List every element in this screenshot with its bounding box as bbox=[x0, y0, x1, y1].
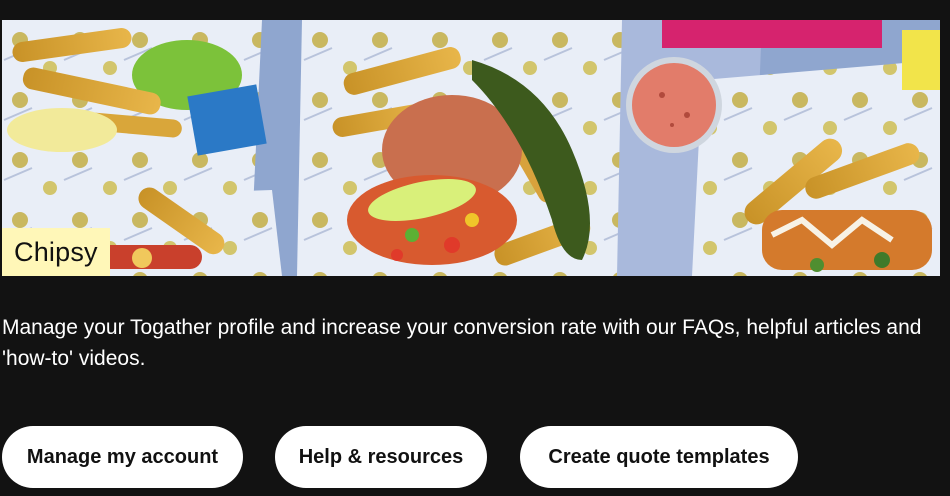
action-buttons: Manage my account Help & resources Creat… bbox=[0, 426, 950, 488]
hero-image bbox=[2, 20, 940, 276]
create-quote-templates-button[interactable]: Create quote templates bbox=[520, 426, 798, 488]
manage-account-button[interactable]: Manage my account bbox=[2, 426, 243, 488]
food-photo bbox=[2, 20, 940, 276]
help-resources-button[interactable]: Help & resources bbox=[275, 426, 487, 488]
intro-text: Manage your Togather profile and increas… bbox=[2, 316, 922, 370]
vendor-name-label: Chipsy bbox=[2, 228, 110, 276]
